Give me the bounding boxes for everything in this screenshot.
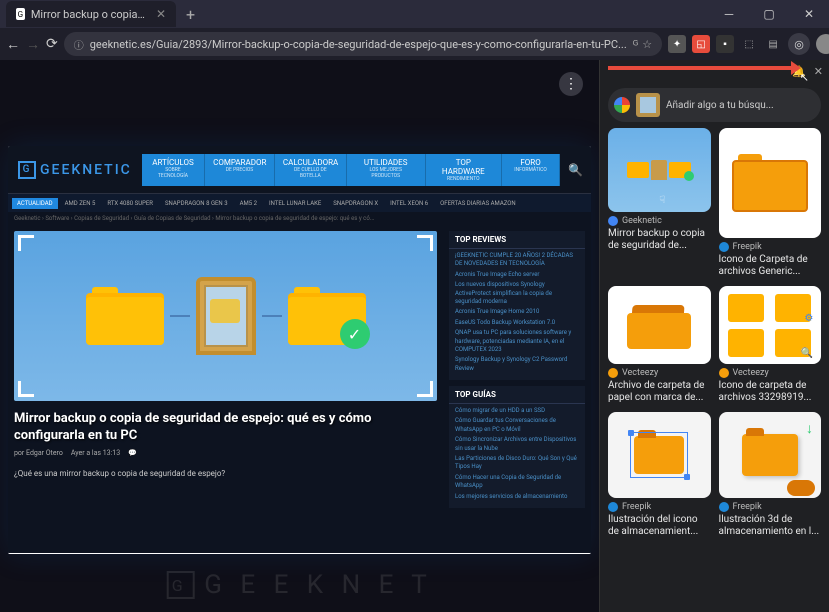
address-bar[interactable]: ⓘ geeknetic.es/Guia/2893/Mirror-backup-o… — [64, 32, 662, 56]
nav-item[interactable]: TOP HARDWARERENDIMIENTO — [426, 154, 502, 186]
subnav-item[interactable]: RTX 4080 SUPER — [102, 198, 158, 209]
result-image — [608, 412, 711, 498]
result-card[interactable]: Freepik Icono de Carpeta de archivos Gen… — [719, 128, 822, 278]
forward-button: → — [26, 32, 40, 56]
new-tab-button[interactable]: + — [186, 5, 195, 24]
sidebar-link[interactable]: Cómo Guardar tus Conversaciones de Whats… — [455, 416, 579, 435]
nav-item[interactable]: ARTÍCULOSSOBRE TECNOLOGÍA — [142, 154, 205, 186]
extension-icon[interactable]: ✦ — [668, 35, 686, 53]
result-image: ↓ — [719, 412, 822, 498]
result-image — [719, 286, 822, 364]
maximize-button[interactable]: ▢ — [749, 0, 789, 28]
result-card[interactable]: Vecteezy Archivo de carpeta de papel con… — [608, 286, 711, 404]
extension-icon[interactable]: ▪ — [716, 35, 734, 53]
sidebar-link[interactable]: Cómo Sincronizar Archivos entre Disposit… — [455, 435, 579, 454]
breadcrumb[interactable]: Geeknetic › Software › Copias de Segurid… — [8, 212, 591, 225]
subnav-item[interactable]: INTEL XEON 6 — [385, 198, 433, 209]
reload-button[interactable]: ⟳ — [46, 32, 58, 56]
close-window-button[interactable]: ✕ — [789, 0, 829, 28]
result-card[interactable]: ↓ Freepik Ilustración 3d de almacenamien… — [719, 412, 822, 538]
result-card[interactable]: Vecteezy Icono de carpeta de archivos 33… — [719, 286, 822, 404]
browser-tab[interactable]: G Mirror backup o copia de segu... ✕ — [6, 1, 176, 27]
tab-close-icon[interactable]: ✕ — [156, 7, 166, 21]
folder-icon — [86, 287, 164, 345]
cursor-icon: ↖ — [800, 71, 809, 84]
back-button[interactable]: ← — [6, 32, 20, 56]
reading-list-icon[interactable]: ▤ — [764, 35, 782, 53]
nav-item[interactable]: CALCULADORADE CUELLO DE BOTELLA — [275, 154, 347, 186]
extension-icon[interactable]: ◱ — [692, 35, 710, 53]
check-icon: ✓ — [340, 319, 370, 349]
nav-item[interactable]: COMPARADORDE PRECIOS — [205, 154, 275, 186]
close-panel-icon[interactable]: ✕ — [814, 65, 823, 78]
subnav-item[interactable]: AMD ZEN 5 — [60, 198, 101, 209]
sidebar-link[interactable]: Synology Backup y Synology C2 Password R… — [455, 355, 579, 374]
more-options-button[interactable]: ⋮ — [559, 72, 583, 96]
article-heading: ¿Qué es una mirror backup o copia de seg… — [14, 469, 437, 478]
page-preview: G GEEKNETIC ARTÍCULOSSOBRE TECNOLOGÍA CO… — [8, 146, 591, 554]
sidebar-link[interactable]: Acronis True Image Home 2010 — [455, 307, 579, 317]
annotation-arrow — [608, 66, 793, 70]
subnav-item[interactable]: AM5 2 — [235, 198, 262, 209]
result-card[interactable]: ☟ Geeknetic Mirror backup o copia de seg… — [608, 128, 711, 278]
nav-item[interactable]: UTILIDADESLOS MEJORES PRODUCTOS — [347, 154, 426, 186]
subnav-item[interactable]: ACTUALIDAD — [12, 198, 58, 209]
result-image — [719, 128, 822, 238]
sidebar-link[interactable]: Los mejores servicios de almacenamiento — [455, 492, 579, 502]
sidebar-link[interactable]: Las Particiones de Disco Duro: Qué Son y… — [455, 454, 579, 473]
watermark: G G E E K N E T — [166, 570, 433, 600]
subnav-item[interactable]: INTEL LUNAR LAKE — [264, 198, 326, 209]
search-placeholder: Añadir algo a tu búsqu... — [666, 100, 774, 111]
extensions-menu-icon[interactable]: ⬚ — [740, 35, 758, 53]
sidebar-link[interactable]: ¡GEEKNETIC CUMPLE 20 AÑOS! 2 DÉCADAS DE … — [455, 251, 579, 270]
sidebar-heading: TOP GUÍAS — [449, 386, 585, 404]
site-info-icon[interactable]: ⓘ — [74, 37, 84, 52]
site-logo[interactable]: G GEEKNETIC — [8, 161, 142, 179]
minimize-button[interactable]: ─ — [709, 0, 749, 28]
sidebar-link[interactable]: Acronis True Image Echo server — [455, 270, 579, 280]
article-author[interactable]: por Edgar Otero — [14, 449, 63, 457]
sidebar-link[interactable]: QNAP usa tu PC para soluciones software … — [455, 328, 579, 355]
article-title: Mirror backup o copia de seguridad de es… — [14, 411, 437, 445]
sidebar-link[interactable]: Cómo Hacer una Copia de Seguridad de Wha… — [455, 473, 579, 492]
tab-favicon: G — [16, 8, 25, 20]
sidebar-link[interactable]: Los nuevos dispositivos Synology ActiveP… — [455, 280, 579, 307]
lens-search-bar[interactable]: Añadir algo a tu búsqu... — [608, 88, 821, 122]
nav-item[interactable]: FOROINFORMÁTICO — [502, 154, 560, 186]
article-hero-image: ✓ — [14, 231, 437, 401]
profile-avatar[interactable] — [816, 34, 829, 54]
search-thumbnail — [636, 93, 660, 117]
sidebar-link[interactable]: EaseUS Todo Backup Workstation 7.0 — [455, 318, 579, 328]
subnav-item[interactable]: SNAPDRAGON 8 GEN 3 — [160, 198, 233, 209]
tab-title: Mirror backup o copia de segu... — [31, 8, 146, 21]
result-image — [608, 286, 711, 364]
search-icon[interactable]: 🔍 — [568, 163, 583, 177]
subnav-item[interactable]: OFERTAS DIARIAS AMAZON — [435, 198, 521, 209]
bookmark-icon[interactable]: ☆ — [642, 38, 652, 51]
result-image: ☟ — [608, 128, 711, 212]
google-lens-icon[interactable]: ◎ — [788, 33, 810, 55]
url-text: geeknetic.es/Guia/2893/Mirror-backup-o-c… — [90, 38, 627, 51]
result-card[interactable]: Freepik Ilustración del icono de almacen… — [608, 412, 711, 538]
sidebar-heading: TOP REVIEWS — [449, 231, 585, 249]
sidebar-link[interactable]: Cómo migrar de un HDD a un SSD — [455, 406, 579, 416]
google-logo-icon — [614, 97, 630, 113]
translate-icon[interactable]: ᴳ — [633, 38, 638, 51]
mirror-icon — [196, 277, 256, 355]
subnav-item[interactable]: SNAPDRAGON X — [328, 198, 383, 209]
folder-icon: ✓ — [288, 287, 366, 345]
article-date: Ayer a las 13:13 — [71, 449, 120, 457]
